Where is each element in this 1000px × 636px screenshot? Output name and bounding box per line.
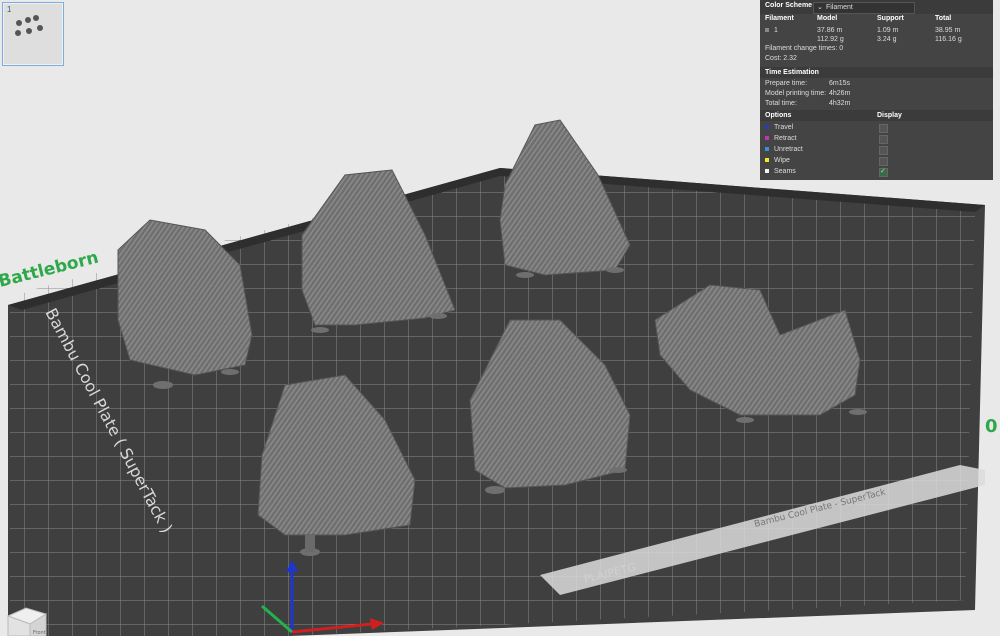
options-title: Options <box>765 112 792 119</box>
view-cube-icon[interactable]: Front <box>0 604 52 636</box>
total-weight: 116.16 g <box>935 36 962 43</box>
chevron-down-icon: ⌄ <box>817 4 823 11</box>
wipe-color-swatch-icon <box>765 158 769 163</box>
right-edge-digit: 0 <box>985 416 998 437</box>
seams-color-swatch-icon <box>765 169 769 174</box>
unretract-display-checkbox[interactable] <box>879 146 888 155</box>
plate-number: 1 <box>7 5 12 14</box>
model-time-value: 4h26m <box>829 90 851 97</box>
total-length: 38.95 m <box>935 27 961 34</box>
filament-swatch-icon <box>765 28 769 33</box>
support-length: 1.09 m <box>877 27 899 34</box>
prepare-time-label: Prepare time: <box>765 80 808 87</box>
thumbnail-models-icon <box>15 15 43 36</box>
display-title: Display <box>877 112 902 119</box>
model-length: 37.86 m <box>817 27 843 34</box>
seams-display-checkbox[interactable] <box>879 167 888 177</box>
total-header: Total <box>935 15 952 22</box>
cost: Cost: 2.32 <box>765 55 797 62</box>
total-time-label: Total time: <box>765 100 797 107</box>
plate-thumbnail[interactable]: 1 <box>2 2 64 66</box>
retract-color-swatch-icon <box>765 136 769 141</box>
support-weight: 3.24 g <box>877 36 897 43</box>
support-header: Support <box>877 15 904 22</box>
model-header: Model <box>817 15 838 22</box>
option-label: Travel <box>774 124 794 131</box>
option-label: Wipe <box>774 157 790 164</box>
filament-id: 1 <box>765 27 778 34</box>
option-label: Unretract <box>774 146 803 153</box>
option-label: Seams <box>774 168 796 175</box>
total-time-value: 4h32m <box>829 100 851 107</box>
wipe-display-checkbox[interactable] <box>879 157 888 166</box>
filament-change-times: Filament change times: 0 <box>765 45 844 52</box>
time-estimation-title: Time Estimation <box>765 69 819 76</box>
option-label: Retract <box>774 135 797 142</box>
retract-display-checkbox[interactable] <box>879 135 888 144</box>
model-weight: 112.92 g <box>817 36 844 43</box>
model-time-label: Model printing time: <box>765 90 827 97</box>
prepare-time-value: 6m15s <box>829 80 851 87</box>
color-scheme-label: Color Scheme <box>765 2 813 9</box>
filament-header: Filament <box>765 15 794 22</box>
slice-statistics-panel: Color Scheme ⌄ Filament Filament Model S… <box>760 0 993 180</box>
travel-color-swatch-icon <box>765 125 769 130</box>
view-cube-label: Front <box>33 630 46 636</box>
unretract-color-swatch-icon <box>765 147 769 152</box>
travel-display-checkbox[interactable] <box>879 124 888 133</box>
color-scheme-value: Filament <box>826 4 853 11</box>
color-scheme-select[interactable]: ⌄ Filament <box>813 2 915 14</box>
